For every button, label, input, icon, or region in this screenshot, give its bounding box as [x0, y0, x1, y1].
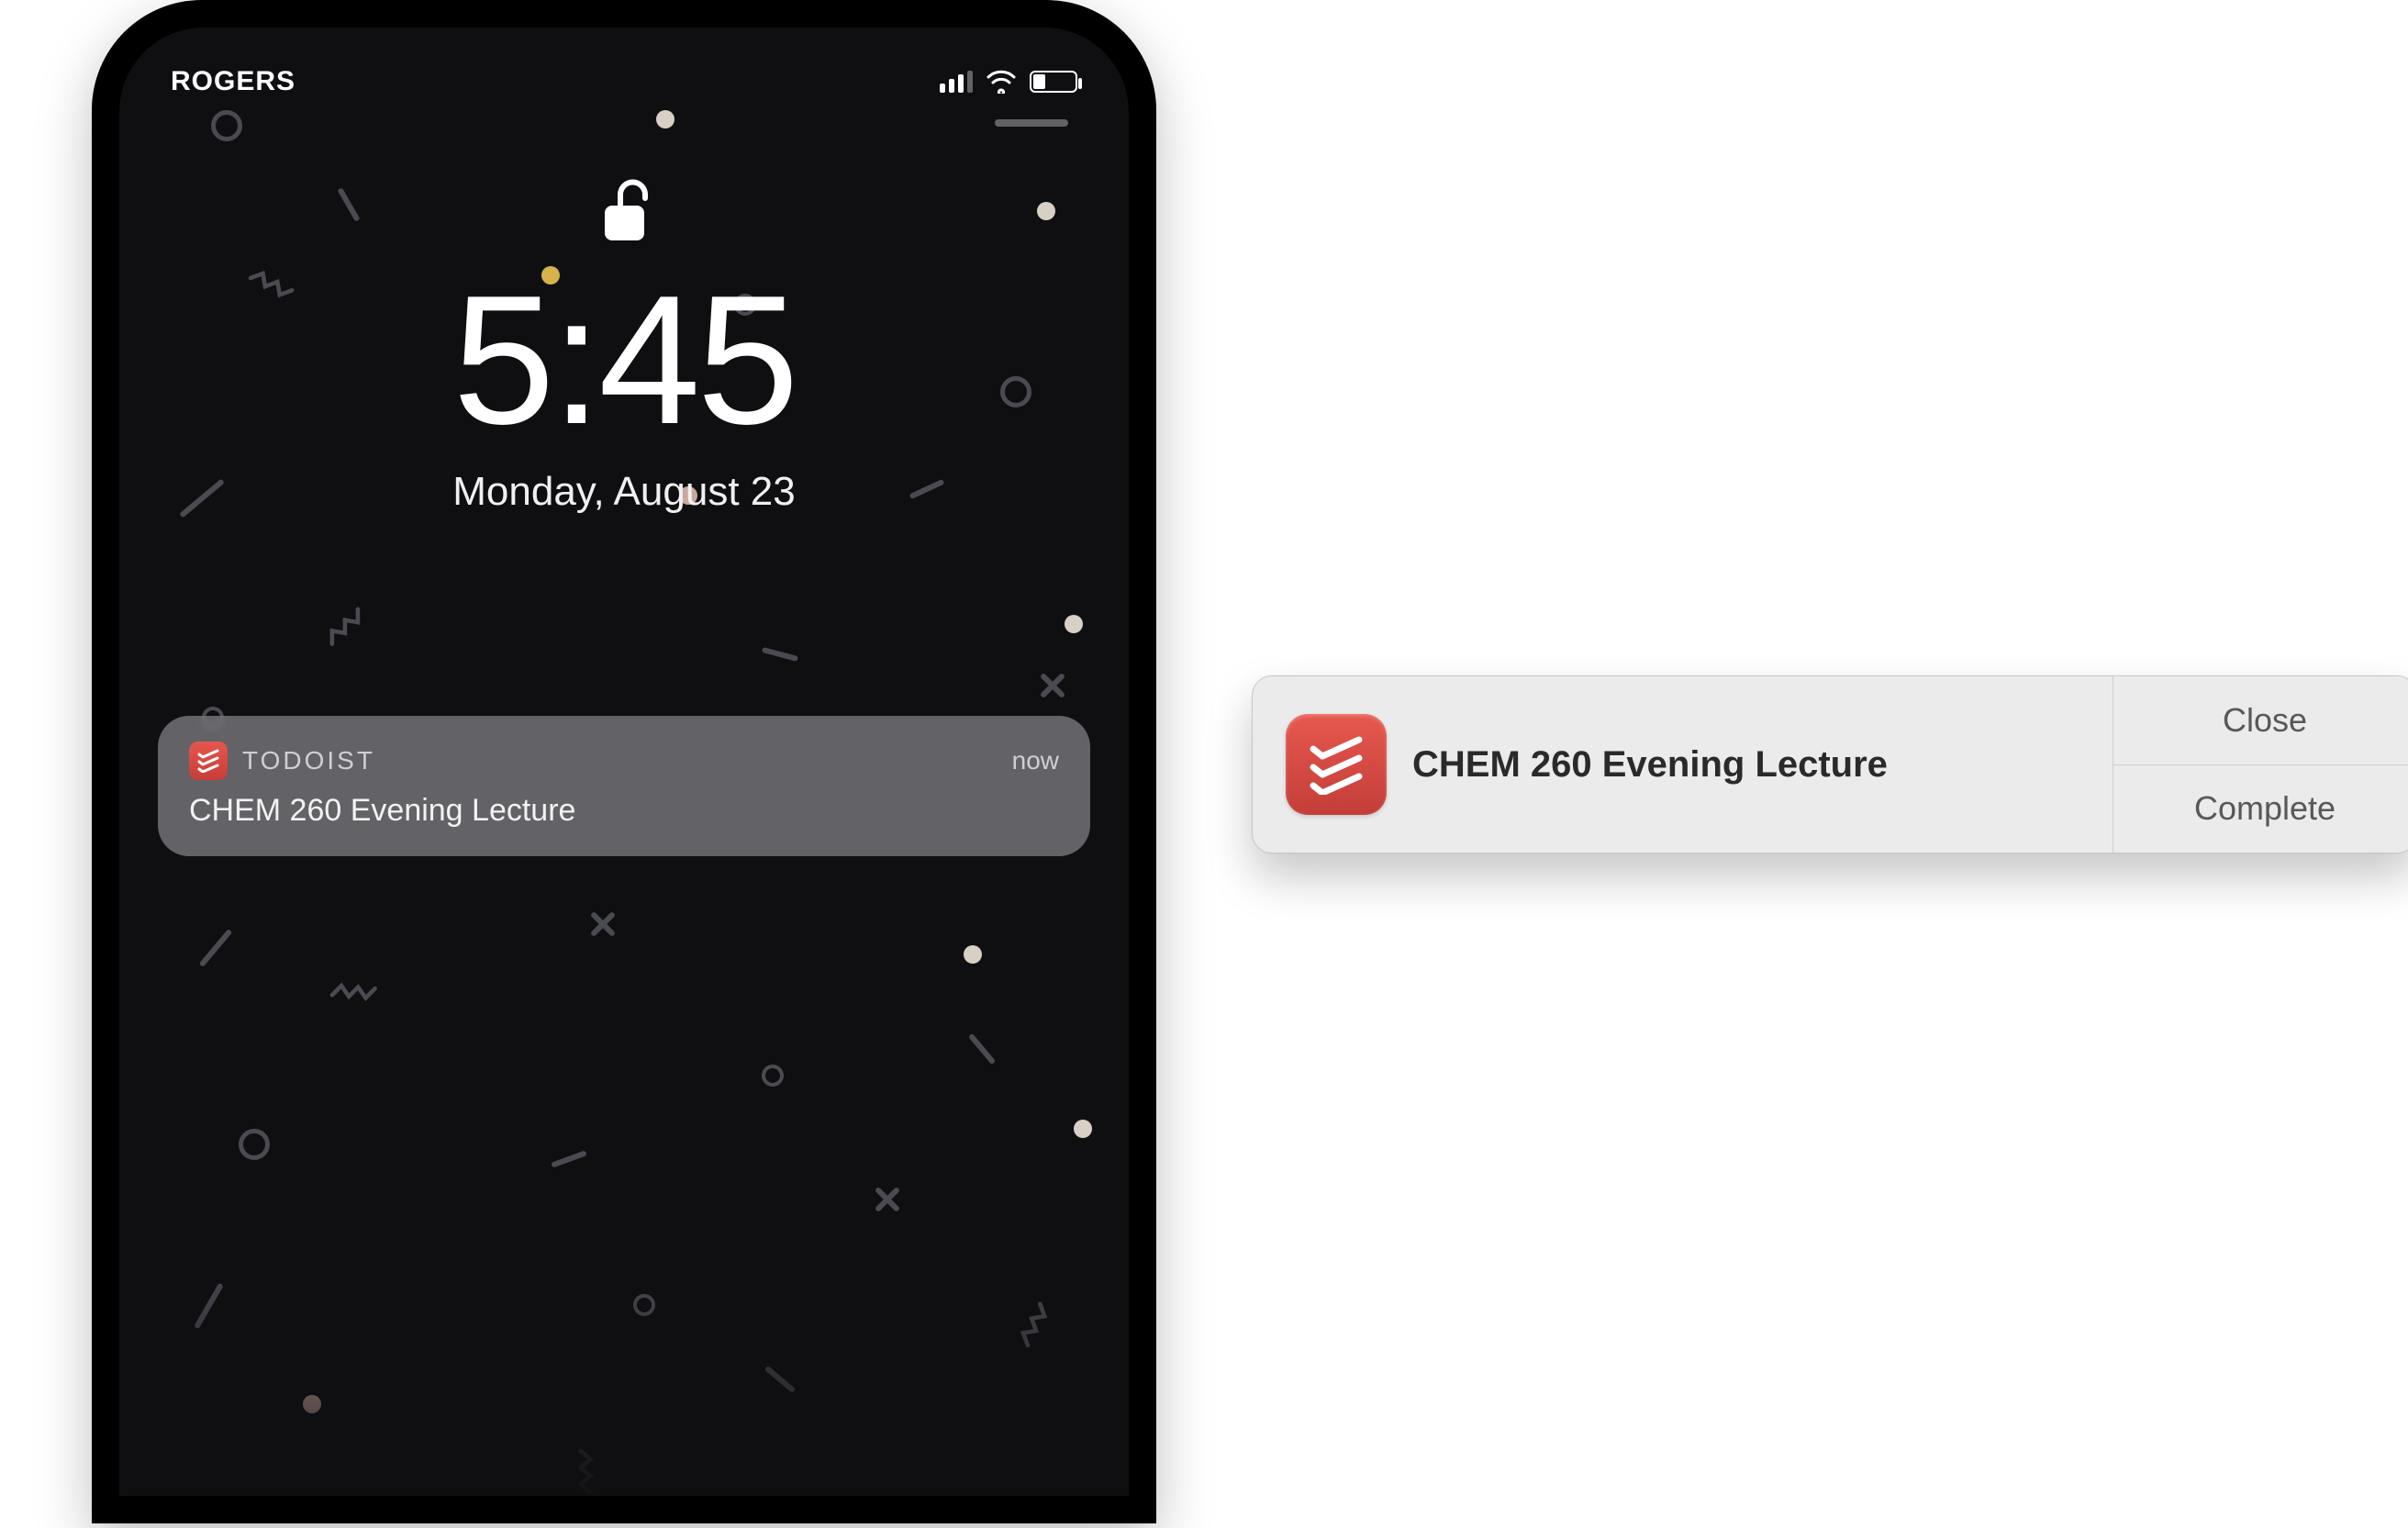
status-icons [940, 70, 1077, 94]
macos-notification-content[interactable]: CHEM 260 Evening Lecture [1253, 676, 2113, 853]
phone-frame: ROGERS 5:45 Monday, August 23 [92, 0, 1156, 1523]
wifi-icon [986, 70, 1017, 94]
ios-notification-app-name: TODOIST [242, 746, 375, 775]
ios-notification-body: CHEM 260 Evening Lecture [189, 793, 1059, 829]
todoist-app-icon [1286, 714, 1387, 815]
notification-center-handle[interactable] [995, 119, 1068, 127]
ios-notification-timestamp: now [1012, 746, 1059, 775]
bottom-fade-overlay [119, 1257, 1129, 1496]
lock-screen-date: Monday, August 23 [119, 469, 1129, 515]
todoist-app-icon [189, 742, 228, 780]
complete-button[interactable]: Complete [2113, 765, 2408, 853]
cellular-signal-icon [940, 71, 973, 93]
status-bar: ROGERS [119, 59, 1129, 105]
carrier-label: ROGERS [171, 66, 295, 97]
battery-icon [1030, 71, 1077, 93]
close-button[interactable]: Close [2113, 676, 2408, 765]
macos-notification-title: CHEM 260 Evening Lecture [1412, 744, 1888, 786]
phone-lock-screen: ROGERS 5:45 Monday, August 23 [119, 28, 1129, 1496]
lock-screen-time: 5:45 [119, 269, 1129, 452]
lock-screen-header: 5:45 Monday, August 23 [119, 174, 1129, 515]
macos-notification-banner[interactable]: CHEM 260 Evening Lecture Close Complete [1252, 675, 2408, 853]
ios-notification-card[interactable]: TODOIST now CHEM 260 Evening Lecture [158, 716, 1090, 856]
ios-notification-header: TODOIST now [189, 742, 1059, 780]
unlock-icon [599, 174, 650, 251]
macos-notification-actions: Close Complete [2113, 676, 2408, 853]
